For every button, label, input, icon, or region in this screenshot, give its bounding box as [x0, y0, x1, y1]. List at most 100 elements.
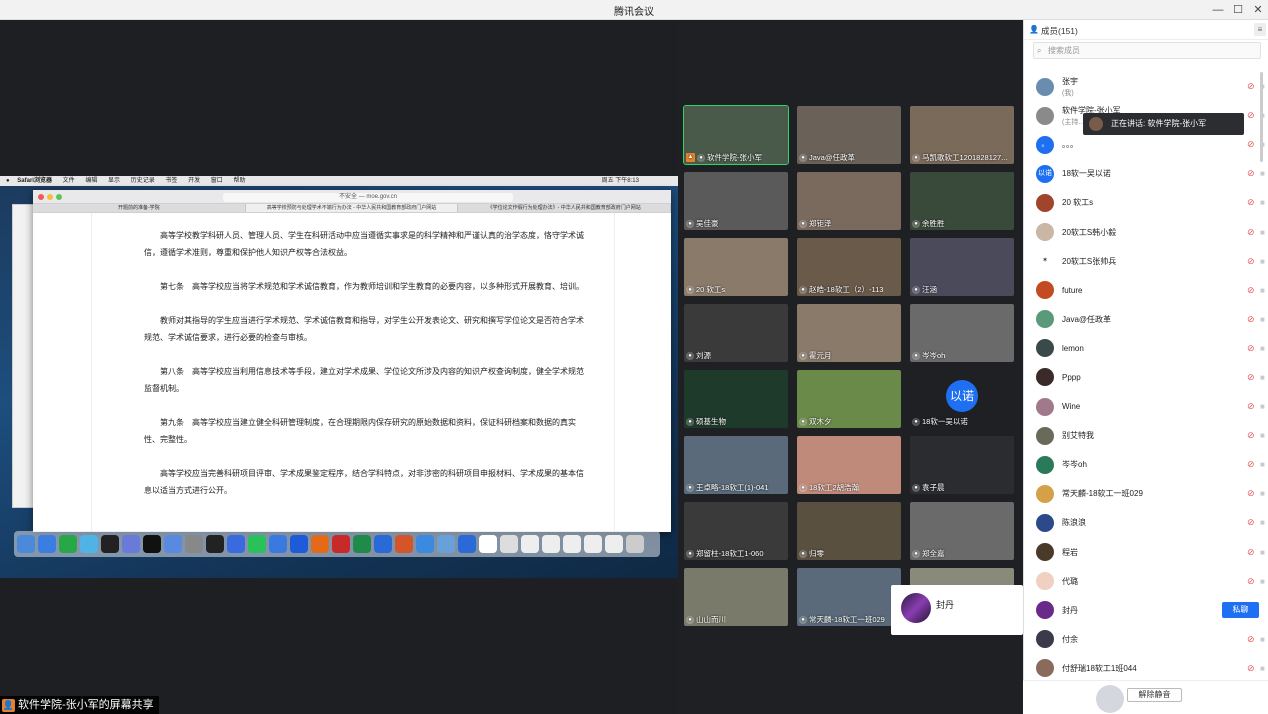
mic-muted-icon[interactable]: ⊘: [1247, 488, 1255, 499]
mic-muted-icon[interactable]: ⊘: [1247, 81, 1255, 92]
menu-icon[interactable]: ≡: [1254, 23, 1266, 36]
camera-icon[interactable]: ■: [1260, 489, 1265, 498]
camera-icon[interactable]: ■: [1260, 664, 1265, 673]
camera-icon[interactable]: ■: [1260, 577, 1265, 586]
video-tile[interactable]: ● 刘源: [684, 304, 788, 362]
member-row[interactable]: lemon ⊘ ■: [1024, 334, 1268, 363]
video-tile[interactable]: ● 袁子晨: [910, 436, 1014, 494]
video-tile[interactable]: 以诺 ● 18软一吴以诺: [910, 370, 1014, 428]
member-row[interactable]: 程岩 ⊘ ■: [1024, 538, 1268, 567]
search-members-input[interactable]: ⌕ 搜索成员: [1033, 42, 1261, 59]
member-row[interactable]: 代璐 ⊘ ■: [1024, 567, 1268, 596]
camera-icon[interactable]: ■: [1260, 548, 1265, 557]
camera-icon[interactable]: ■: [1260, 431, 1265, 440]
mic-muted-icon[interactable]: ⊘: [1247, 314, 1255, 325]
member-row[interactable]: 付舒瑞18软工1班044 ⊘ ■: [1024, 654, 1268, 683]
mic-muted-icon[interactable]: ⊘: [1247, 110, 1255, 121]
mic-muted-icon[interactable]: ⊘: [1247, 663, 1255, 674]
mic-muted-icon[interactable]: ⊘: [1247, 634, 1255, 645]
video-tile[interactable]: ● 硕基生物: [684, 370, 788, 428]
video-tile[interactable]: ● 霍元月: [797, 304, 901, 362]
mic-muted-icon[interactable]: ⊘: [1247, 227, 1255, 238]
participant-popup[interactable]: 封丹: [891, 585, 1023, 635]
settings-icon: [185, 535, 203, 553]
camera-icon[interactable]: ■: [1260, 344, 1265, 353]
mic-muted-icon[interactable]: ⊘: [1247, 139, 1255, 150]
mic-muted-icon[interactable]: ⊘: [1247, 401, 1255, 412]
tile-name: 18软工2胡浩瀚: [809, 483, 860, 492]
video-tile[interactable]: ● 山山而川: [684, 568, 788, 626]
mic-muted-icon[interactable]: ⊘: [1247, 372, 1255, 383]
member-row[interactable]: Wine ⊘ ■: [1024, 392, 1268, 421]
camera-icon[interactable]: ■: [1260, 460, 1265, 469]
member-row[interactable]: 张宇(我)⊘■: [1024, 72, 1268, 101]
mic-muted-icon[interactable]: ⊘: [1247, 576, 1255, 587]
close-button[interactable]: ✕: [1250, 2, 1266, 18]
mic-muted-icon[interactable]: ⊘: [1247, 197, 1255, 208]
member-row[interactable]: 陈浪浪 ⊘ ■: [1024, 508, 1268, 537]
tile-label: ● 20 软工s: [686, 284, 725, 295]
member-row[interactable]: 常天麟-18软工一班029 ⊘ ■: [1024, 479, 1268, 508]
video-tile[interactable]: ● Java@任政革: [797, 106, 901, 164]
member-row[interactable]: 付余 ⊘ ■: [1024, 625, 1268, 654]
private-chat-button[interactable]: 私聊: [1222, 602, 1259, 619]
video-tile[interactable]: ● 吴佳豪: [684, 172, 788, 230]
member-row[interactable]: 20 软工s ⊘ ■: [1024, 188, 1268, 217]
member-row[interactable]: 别艾特我 ⊘ ■: [1024, 421, 1268, 450]
mic-muted-icon[interactable]: ⊘: [1247, 285, 1255, 296]
member-row[interactable]: Java@任政革 ⊘ ■: [1024, 305, 1268, 334]
avatar: [1036, 223, 1054, 242]
video-tile[interactable]: ● 余胜胜: [910, 172, 1014, 230]
video-tile[interactable]: ● 马凯歌软工1201828127...: [910, 106, 1014, 164]
camera-icon[interactable]: ■: [1260, 402, 1265, 411]
maximize-button[interactable]: ☐: [1230, 2, 1246, 18]
video-tile[interactable]: ● 双木夕: [797, 370, 901, 428]
appletv-icon: [143, 535, 161, 553]
camera-icon[interactable]: ■: [1260, 169, 1265, 178]
video-tile[interactable]: ● 18软工2胡浩瀚: [797, 436, 901, 494]
menu-item: 开发: [188, 178, 201, 184]
camera-icon[interactable]: ■: [1260, 373, 1265, 382]
video-tile[interactable]: ● 归零: [797, 502, 901, 560]
screen-share-area: ● Safari浏览器 文件 编辑 显示 历史记录 书签 开发 窗口 帮助 周五…: [0, 20, 678, 714]
video-tile[interactable]: ● 常天麟-18软工一班029: [797, 568, 901, 626]
member-name: 常天麟-18软工一班029: [1062, 489, 1143, 499]
member-row[interactable]: 20软工S韩小毅 ⊘ ■: [1024, 217, 1268, 246]
tile-label: ● 郑全嘉: [912, 548, 945, 559]
mic-muted-icon[interactable]: ⊘: [1247, 547, 1255, 558]
camera-icon[interactable]: ■: [1260, 315, 1265, 324]
video-tile[interactable]: ● 岑岑oh: [910, 304, 1014, 362]
mic-muted-icon[interactable]: ⊘: [1247, 343, 1255, 354]
member-row[interactable]: 岑岑oh ⊘ ■: [1024, 450, 1268, 479]
unmute-button[interactable]: 解除静音: [1127, 688, 1182, 702]
video-tile[interactable]: ● 郑全嘉: [910, 502, 1014, 560]
camera-icon[interactable]: ■: [1260, 228, 1265, 237]
camera-icon[interactable]: ■: [1260, 286, 1265, 295]
camera-icon[interactable]: ■: [1260, 518, 1265, 527]
member-row[interactable]: 封丹 私聊: [1024, 596, 1268, 625]
video-tile[interactable]: ● 郑钜泽: [797, 172, 901, 230]
minimize-button[interactable]: —: [1210, 2, 1226, 18]
tile-name: 霍元月: [809, 351, 832, 360]
member-row[interactable]: Pppp ⊘ ■: [1024, 363, 1268, 392]
member-row[interactable]: ✶ 20软工S张帅兵 ⊘ ■: [1024, 247, 1268, 276]
member-scrollbar[interactable]: [1260, 72, 1263, 162]
camera-icon[interactable]: ■: [1260, 257, 1265, 266]
mic-muted-icon[interactable]: ⊘: [1247, 517, 1255, 528]
mic-muted-icon[interactable]: ⊘: [1247, 459, 1255, 470]
camera-icon[interactable]: ■: [1260, 635, 1265, 644]
title-bar: 腾讯会议 — ☐ ✕: [0, 0, 1268, 20]
video-tile[interactable]: ● 王卓略-18软工(1)-041: [684, 436, 788, 494]
video-tile[interactable]: ▲ ● 软件学院-张小军: [683, 105, 789, 165]
mic-muted-icon[interactable]: ⊘: [1247, 430, 1255, 441]
mic-muted-icon[interactable]: ⊘: [1247, 168, 1255, 179]
video-tile[interactable]: ● 郑留柱-18软工1-060: [684, 502, 788, 560]
camera-icon[interactable]: ■: [1260, 198, 1265, 207]
member-row[interactable]: future ⊘ ■: [1024, 276, 1268, 305]
video-tile[interactable]: ● 20 软工s: [684, 238, 788, 296]
video-tile[interactable]: ● 赵皓-18软工（2）-113: [797, 238, 901, 296]
acrobat-icon: [332, 535, 350, 553]
mic-muted-icon[interactable]: ⊘: [1247, 256, 1255, 267]
member-row[interactable]: 以诺 18软一吴以诺 ⊘ ■: [1024, 159, 1268, 188]
video-tile[interactable]: ● 汪涵: [910, 238, 1014, 296]
